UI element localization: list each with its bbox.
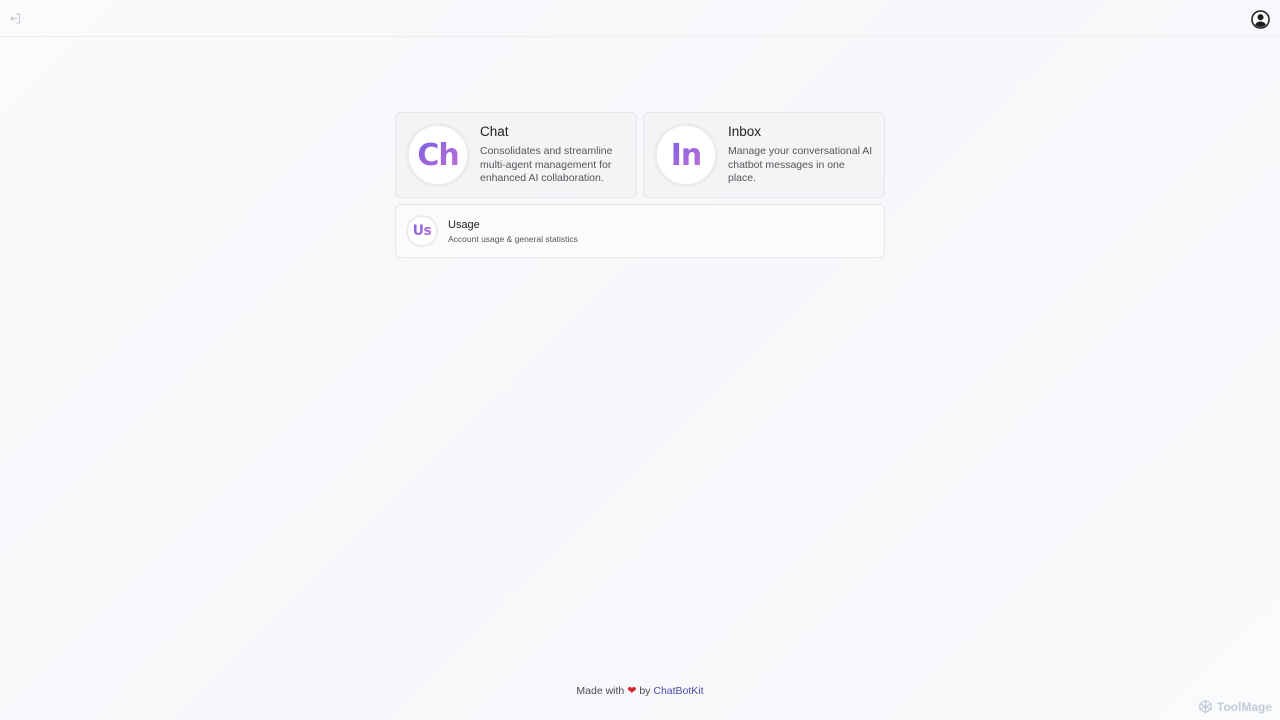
inbox-badge: In xyxy=(654,123,718,187)
usage-card-description: Account usage & general statistics xyxy=(448,233,578,244)
usage-card[interactable]: Us Usage Account usage & general statist… xyxy=(395,204,885,258)
inbox-badge-text: In xyxy=(670,137,703,173)
inbox-card-title: Inbox xyxy=(728,124,762,139)
chat-badge-text: Ch xyxy=(417,137,459,173)
logout-icon xyxy=(9,12,20,24)
account-button[interactable] xyxy=(1250,9,1270,29)
footer-made-with: Made with xyxy=(576,685,625,697)
usage-badge-text: Us xyxy=(412,223,432,239)
footer: Made with ❤ by ChatBotKit xyxy=(0,684,1280,698)
heart-icon: ❤ xyxy=(627,685,637,697)
user-circle-icon xyxy=(1250,9,1270,29)
watermark-text: ToolMage xyxy=(1216,699,1272,714)
toolmage-logo-icon xyxy=(1199,699,1212,714)
footer-by: by xyxy=(639,685,651,697)
usage-badge: Us xyxy=(406,215,438,247)
chat-card[interactable]: Ch Chat Consolidates and streamline mult… xyxy=(395,112,637,198)
usage-card-title: Usage xyxy=(448,218,480,231)
card-row: Ch Chat Consolidates and streamline mult… xyxy=(395,112,885,198)
chat-card-description: Consolidates and streamline multi-agent … xyxy=(480,145,613,184)
usage-card-body: Usage Account usage & general statistics xyxy=(448,218,578,245)
chat-card-title: Chat xyxy=(480,124,509,139)
logout-button[interactable] xyxy=(7,10,23,26)
page: Ch Chat Consolidates and streamline mult… xyxy=(0,0,1280,720)
chat-badge: Ch xyxy=(406,123,470,187)
app-cards: Ch Chat Consolidates and streamline mult… xyxy=(395,112,885,258)
chat-card-body: Chat Consolidates and streamline multi-a… xyxy=(480,123,626,186)
inbox-card-description: Manage your conversational AI chatbot me… xyxy=(728,145,873,184)
chatbotkit-link[interactable]: ChatBotKit xyxy=(653,685,703,697)
top-bar xyxy=(0,0,1280,37)
inbox-card-body: Inbox Manage your conversational AI chat… xyxy=(728,123,874,186)
watermark: ToolMage xyxy=(1198,699,1272,714)
inbox-card[interactable]: In Inbox Manage your conversational AI c… xyxy=(643,112,885,198)
